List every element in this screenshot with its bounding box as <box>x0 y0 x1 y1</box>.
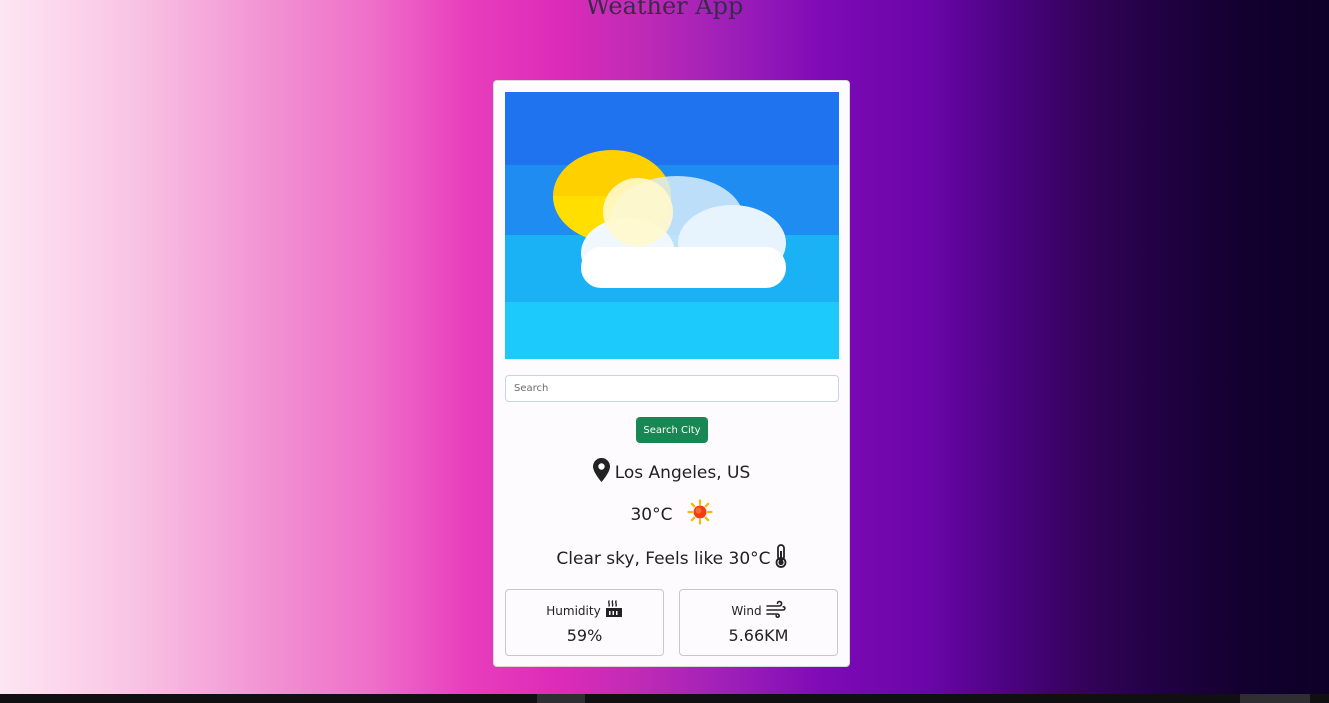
weather-card: Search City Los Angeles, US 30°C <box>493 80 850 667</box>
weather-illustration <box>505 92 839 359</box>
temperature-value: 30°C <box>630 504 673 525</box>
location: Los Angeles, US <box>494 458 849 487</box>
wind-card: Wind 5.66KM <box>679 589 838 656</box>
taskbar-clock[interactable] <box>1240 694 1310 703</box>
taskbar-item[interactable] <box>537 694 585 703</box>
search-city-button[interactable]: Search City <box>636 417 708 443</box>
taskbar <box>0 694 1329 703</box>
search-input[interactable] <box>505 375 839 402</box>
wind-value: 5.66KM <box>728 626 789 645</box>
humidity-label: Humidity <box>546 603 601 618</box>
humidity-icon <box>605 600 623 621</box>
weather-description-row: Clear sky, Feels like 30°C <box>494 544 849 573</box>
location-name: Los Angeles, US <box>614 462 751 483</box>
map-pin-icon <box>592 458 610 487</box>
app-title: Weather App <box>585 0 744 20</box>
thermometer-icon <box>775 544 787 573</box>
wind-label: Wind <box>731 603 762 618</box>
humidity-card: Humidity 59% <box>505 589 664 656</box>
temperature-row: 30°C <box>494 499 849 530</box>
wind-icon <box>765 600 786 621</box>
humidity-value: 59% <box>566 626 603 645</box>
sun-icon <box>686 499 713 530</box>
weather-description: Clear sky, Feels like 30°C <box>556 548 771 569</box>
